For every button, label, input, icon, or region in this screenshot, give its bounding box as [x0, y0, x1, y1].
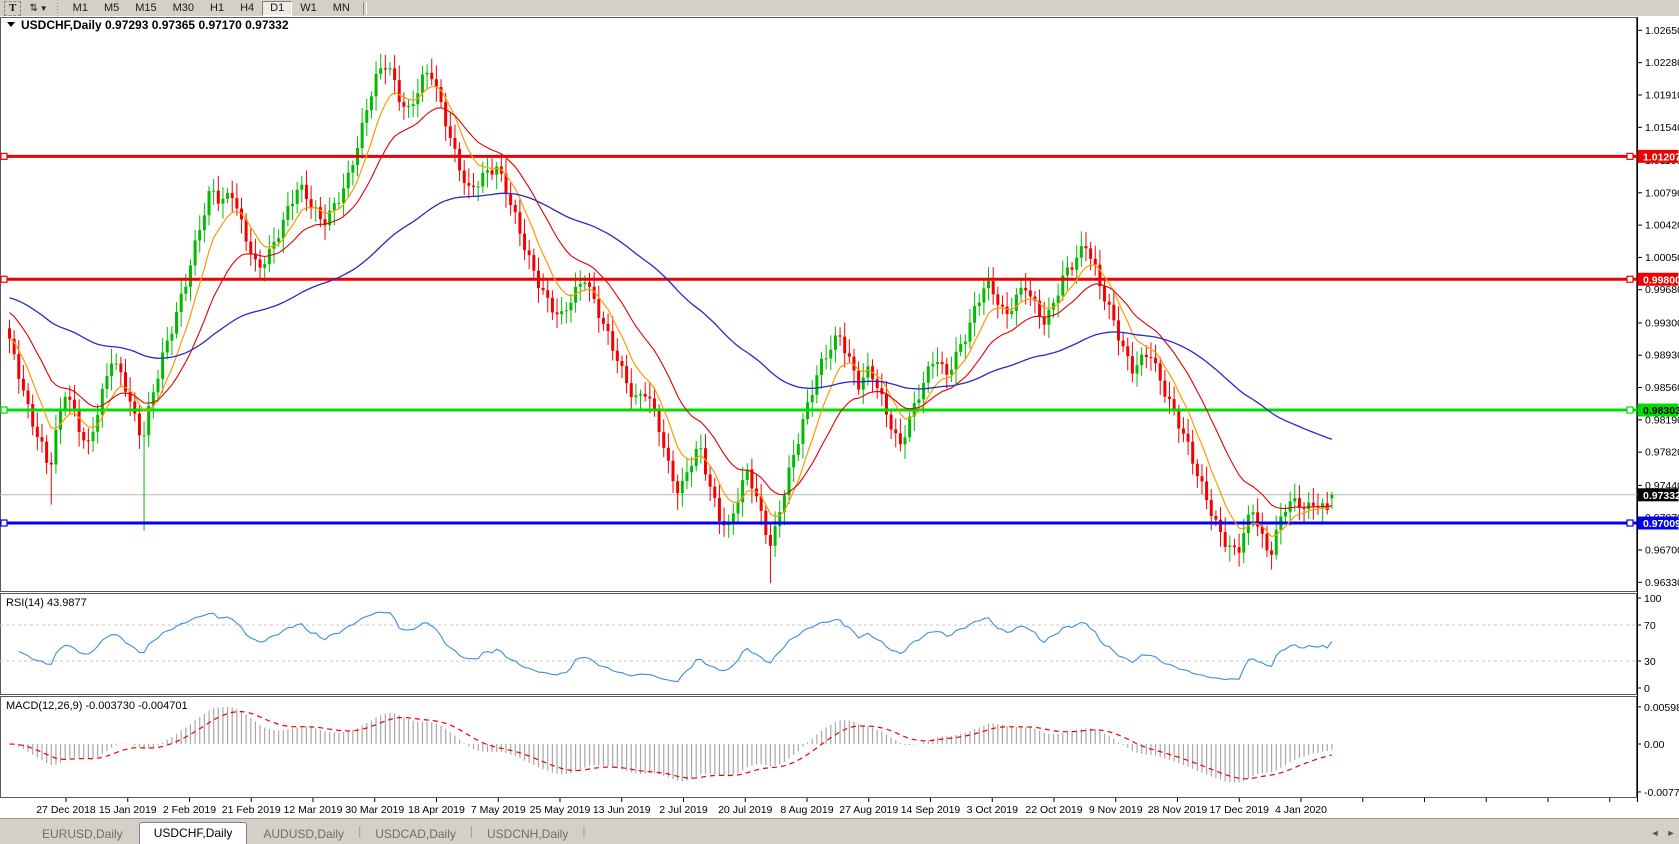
- date-tick-label: 2 Feb 2019: [163, 804, 216, 816]
- tab-audusd-daily[interactable]: AUDUSD,Daily: [249, 825, 358, 844]
- price-tick-label: 0.98930: [1645, 350, 1679, 362]
- toolbar-separator: [363, 2, 367, 15]
- svg-text:0: 0: [1644, 683, 1650, 695]
- svg-text:0.005986: 0.005986: [1644, 702, 1679, 714]
- tab-usdcad-daily[interactable]: USDCAD,Daily: [361, 825, 470, 844]
- timeframe-button-m30[interactable]: M30: [165, 1, 202, 16]
- price-tick-label: 0.98560: [1645, 382, 1679, 394]
- price-tick-label: 0.96700: [1645, 545, 1679, 557]
- chevron-down-icon[interactable]: ▼: [40, 4, 48, 13]
- date-tick-label: 18 Apr 2019: [408, 804, 465, 816]
- timeframe-button-m5[interactable]: M5: [96, 1, 127, 16]
- timeframe-button-h4[interactable]: H4: [232, 1, 262, 16]
- svg-text:-0.00773: -0.00773: [1644, 787, 1679, 799]
- timeframe-button-m15[interactable]: M15: [127, 1, 164, 16]
- toolbar-grip-separator: [56, 3, 59, 15]
- date-tick-label: 17 Dec 2019: [1209, 804, 1269, 816]
- price-tick-label: 1.00790: [1645, 187, 1679, 199]
- date-tick-label: 3 Oct 2019: [967, 804, 1019, 816]
- price-tick-label: 1.01910: [1645, 89, 1679, 101]
- timeframe-button-mn[interactable]: MN: [325, 1, 358, 16]
- date-tick-label: 7 May 2019: [471, 804, 526, 816]
- svg-text:0.97332: 0.97332: [1643, 490, 1679, 502]
- svg-text:100: 100: [1644, 593, 1662, 605]
- top-toolbar: T ⇅ ▼ M1 M5 M15 M30 H1 H4 D1 W1 MN: [0, 0, 1679, 18]
- svg-text:70: 70: [1644, 620, 1656, 632]
- date-tick-label: 12 Mar 2019: [284, 804, 343, 816]
- date-tick-label: 27 Aug 2019: [839, 804, 898, 816]
- macd-indicator-label: MACD(12,26,9) -0.003730 -0.004701: [6, 700, 188, 712]
- date-tick-label: 15 Jan 2019: [99, 804, 157, 816]
- date-tick-label: 9 Nov 2019: [1089, 804, 1143, 816]
- tabs-scroll-left-button[interactable]: ◄: [1648, 825, 1662, 841]
- price-tick-label: 0.96330: [1645, 577, 1679, 589]
- date-tick-label: 21 Feb 2019: [222, 804, 281, 816]
- price-tick-label: 1.00050: [1645, 252, 1679, 264]
- tabs-scroll-right-button[interactable]: ►: [1664, 825, 1678, 841]
- svg-text:30: 30: [1644, 656, 1656, 668]
- date-tick-label: 2 Jul 2019: [659, 804, 708, 816]
- date-tick-label: 14 Sep 2019: [901, 804, 961, 816]
- timeframe-button-h1[interactable]: H1: [202, 1, 232, 16]
- timeframe-button-m1[interactable]: M1: [65, 1, 96, 16]
- date-tick-label: 13 Jun 2019: [593, 804, 651, 816]
- tab-usdcnh-daily[interactable]: USDCNH,Daily: [473, 825, 582, 844]
- chart-title: USDCHF,Daily 0.97293 0.97365 0.97170 0.9…: [21, 18, 289, 32]
- price-tick-label: 1.01540: [1645, 122, 1679, 134]
- date-tick-label: 28 Nov 2019: [1148, 804, 1208, 816]
- price-tick-label: 0.97820: [1645, 447, 1679, 459]
- date-tick-label: 20 Jul 2019: [718, 804, 772, 816]
- arrange-charts-icon[interactable]: ⇅: [29, 3, 37, 14]
- price-tick-label: 1.00420: [1645, 220, 1679, 232]
- tab-usdchf-daily[interactable]: USDCHF,Daily: [139, 822, 248, 844]
- timeframe-button-d1[interactable]: D1: [262, 1, 292, 16]
- chart-window[interactable]: 100 70 30 0 0.005986 0.00 -0.00773 1.02650 1.022…: [0, 17, 1679, 818]
- svg-text:0.97009: 0.97009: [1643, 518, 1679, 530]
- date-tick-label: 8 Aug 2019: [780, 804, 833, 816]
- price-chart-canvas[interactable]: 100 70 30 0 0.005986 0.00 -0.00773 1.02650 1.022…: [0, 17, 1679, 818]
- tab-eurusd-daily[interactable]: EURUSD,Daily: [28, 825, 137, 844]
- date-tick-label: 4 Jan 2020: [1275, 804, 1327, 816]
- svg-text:1.01207: 1.01207: [1643, 151, 1679, 163]
- svg-text:0.99800: 0.99800: [1643, 274, 1679, 286]
- text-tool-button[interactable]: T: [4, 1, 21, 16]
- timeframe-button-w1[interactable]: W1: [292, 1, 325, 16]
- price-tick-label: 1.02650: [1645, 25, 1679, 37]
- svg-text:0.98303: 0.98303: [1643, 405, 1679, 417]
- date-tick-label: 22 Oct 2019: [1025, 804, 1082, 816]
- chart-tabs-bar: EURUSD,Daily USDCHF,Daily AUDUSD,Daily |…: [0, 818, 1679, 844]
- date-tick-label: 27 Dec 2018: [36, 804, 96, 816]
- price-tick-label: 0.99300: [1645, 317, 1679, 329]
- date-tick-label: 25 May 2019: [530, 804, 591, 816]
- tab-separator: |: [582, 824, 585, 840]
- rsi-indicator-label: RSI(14) 43.9877: [6, 597, 87, 609]
- date-tick-label: 30 Mar 2019: [345, 804, 404, 816]
- svg-text:0.00: 0.00: [1644, 739, 1665, 751]
- price-tick-label: 1.02280: [1645, 57, 1679, 69]
